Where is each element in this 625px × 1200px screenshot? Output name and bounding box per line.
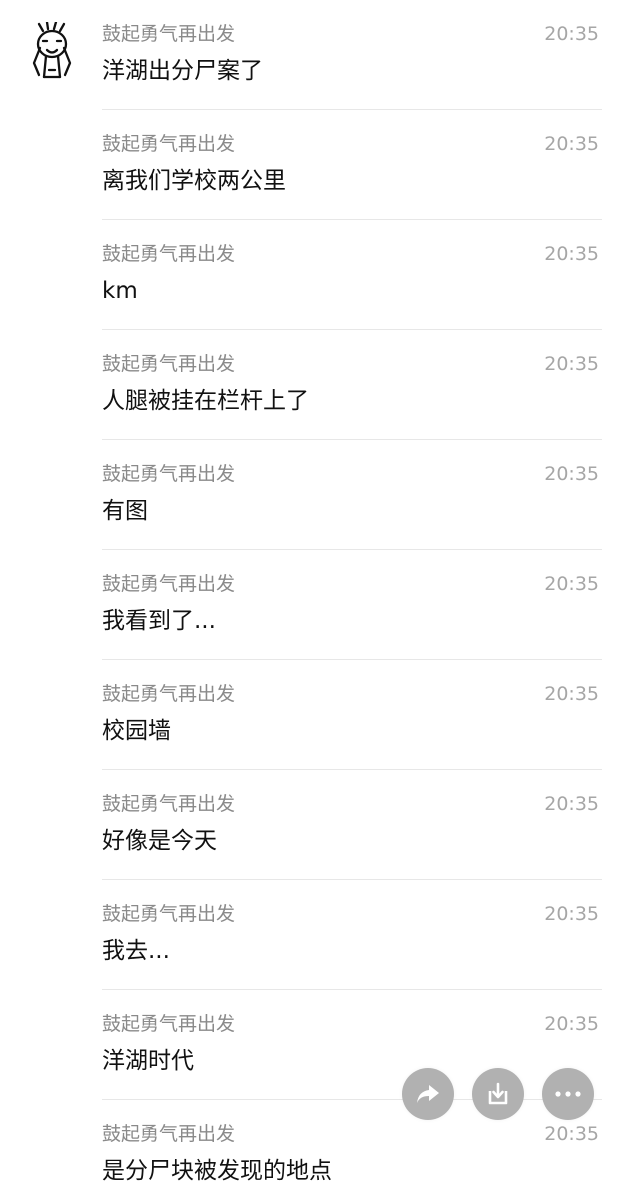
share-arrow-icon — [417, 1085, 439, 1103]
sender-name: 鼓起勇气再出发 — [102, 793, 236, 815]
sender-name: 鼓起勇气再出发 — [102, 23, 236, 45]
message-time: 20:35 — [544, 463, 599, 485]
message-row[interactable]: 鼓起勇气再出发 20:35 校园墙 — [102, 660, 602, 770]
message-text: 好像是今天 — [102, 828, 217, 854]
sender-name: 鼓起勇气再出发 — [102, 243, 236, 265]
message-time: 20:35 — [544, 1013, 599, 1035]
message-row[interactable]: 鼓起勇气再出发 20:35 km — [102, 220, 602, 330]
chat-message-list: 鼓起勇气再出发 20:35 洋湖出分尸案了 鼓起勇气再出发 20:35 离我们学… — [0, 0, 625, 1200]
sender-name: 鼓起勇气再出发 — [102, 353, 236, 375]
doodle-avatar-icon — [32, 20, 72, 79]
message-row[interactable]: 鼓起勇气再出发 20:35 是分尸块被发现的地点 — [102, 1100, 602, 1200]
message-text: 洋湖出分尸案了 — [102, 58, 263, 84]
message-row[interactable]: 鼓起勇气再出发 20:35 离我们学校两公里 — [102, 110, 602, 220]
message-text: 我去... — [102, 938, 170, 964]
sender-name: 鼓起勇气再出发 — [102, 1123, 236, 1145]
message-time: 20:35 — [544, 23, 599, 45]
message-text: 我看到了... — [102, 608, 216, 634]
sender-name: 鼓起勇气再出发 — [102, 573, 236, 595]
message-row[interactable]: 鼓起勇气再出发 20:35 我去... — [102, 880, 602, 990]
sender-name: 鼓起勇气再出发 — [102, 683, 236, 705]
message-text: 校园墙 — [102, 718, 171, 744]
message-text: 有图 — [102, 498, 148, 524]
message-time: 20:35 — [544, 1123, 599, 1145]
save-button[interactable] — [472, 1068, 524, 1120]
message-text: 是分尸块被发现的地点 — [102, 1158, 332, 1184]
sender-avatar[interactable] — [32, 20, 72, 84]
message-row[interactable]: 鼓起勇气再出发 20:35 我看到了... — [102, 550, 602, 660]
message-text: 洋湖时代 — [102, 1048, 194, 1074]
message-row[interactable]: 鼓起勇气再出发 20:35 人腿被挂在栏杆上了 — [102, 330, 602, 440]
share-button[interactable] — [402, 1068, 454, 1120]
message-text: km — [102, 278, 138, 304]
sender-name: 鼓起勇气再出发 — [102, 463, 236, 485]
message-time: 20:35 — [544, 903, 599, 925]
message-time: 20:35 — [544, 133, 599, 155]
more-dots-icon — [555, 1091, 581, 1097]
message-row[interactable]: 鼓起勇气再出发 20:35 洋湖时代 — [102, 990, 602, 1100]
message-text: 离我们学校两公里 — [102, 168, 286, 194]
sender-name: 鼓起勇气再出发 — [102, 133, 236, 155]
download-icon — [488, 1082, 508, 1105]
message-row[interactable]: 鼓起勇气再出发 20:35 有图 — [102, 440, 602, 550]
message-row[interactable]: 鼓起勇气再出发 20:35 洋湖出分尸案了 — [102, 0, 602, 110]
message-text: 人腿被挂在栏杆上了 — [102, 388, 309, 414]
sender-name: 鼓起勇气再出发 — [102, 1013, 236, 1035]
message-time: 20:35 — [544, 793, 599, 815]
more-button[interactable] — [542, 1068, 594, 1120]
message-time: 20:35 — [544, 573, 599, 595]
message-time: 20:35 — [544, 243, 599, 265]
message-time: 20:35 — [544, 353, 599, 375]
message-row[interactable]: 鼓起勇气再出发 20:35 好像是今天 — [102, 770, 602, 880]
message-time: 20:35 — [544, 683, 599, 705]
sender-name: 鼓起勇气再出发 — [102, 903, 236, 925]
